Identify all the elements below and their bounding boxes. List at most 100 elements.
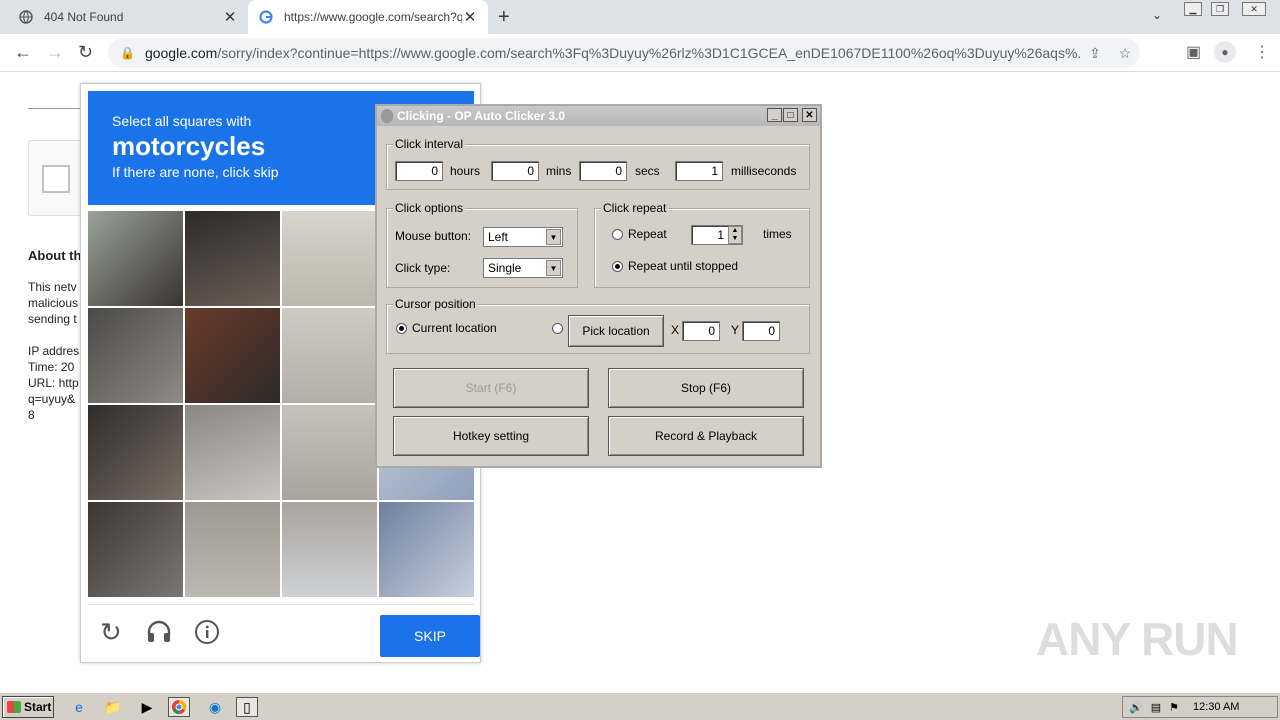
reload-challenge-icon[interactable]: ↻ [100, 617, 122, 648]
globe-icon [18, 9, 34, 25]
mouse-button-label: Mouse button: [395, 229, 472, 243]
google-g-icon [258, 9, 274, 25]
challenge-footer: ↻ SKIP [88, 604, 480, 660]
click-type-label: Click type: [395, 261, 451, 275]
grid-tile[interactable] [88, 405, 183, 500]
new-tab-button[interactable]: + [498, 6, 510, 29]
flag-icon[interactable]: ⚑ [1169, 701, 1179, 714]
stop-button[interactable]: Stop (F6) [608, 368, 804, 408]
y-label: Y [731, 323, 740, 337]
x-label: X [671, 323, 680, 337]
grid-tile[interactable] [282, 502, 377, 597]
grid-tile[interactable] [88, 308, 183, 403]
group-title: Cursor position [393, 297, 478, 311]
y-input[interactable]: 0 [742, 321, 780, 341]
page-heading: About th [28, 248, 82, 263]
taskbar: Start e 📁 ▶ ◉ ▯ 🔊 ▤ ⚑ 12:30 AM [0, 692, 1280, 720]
skip-button[interactable]: SKIP [380, 615, 480, 657]
title-bar[interactable]: Clicking - OP Auto Clicker 3.0 _ □ ✕ [377, 106, 820, 126]
auto-clicker-window: Clicking - OP Auto Clicker 3.0 _ □ ✕ Cli… [375, 104, 822, 468]
pick-location-radio[interactable] [552, 323, 563, 334]
maximize-icon[interactable]: □ [783, 108, 798, 122]
close-window-icon[interactable]: ✕ [1242, 2, 1266, 16]
grid-tile[interactable] [282, 308, 377, 403]
secs-input[interactable]: 0 [579, 161, 627, 181]
menu-dots-icon[interactable]: ⋮ [1254, 42, 1270, 62]
page-text: sending t [28, 312, 77, 326]
captcha-checkbox[interactable] [42, 165, 70, 193]
repeat-radio[interactable] [612, 229, 623, 240]
spinner-icon[interactable]: ▲ ▼ [728, 226, 742, 244]
grid-tile[interactable] [185, 405, 280, 500]
mouse-button-select[interactable]: Left ▼ [483, 227, 563, 247]
mouse-icon [381, 109, 393, 123]
reload-icon[interactable]: ↻ [78, 42, 93, 63]
tab-404[interactable]: 404 Not Found ✕ [8, 0, 248, 34]
url-host: google.com [144, 45, 218, 61]
profile-icon[interactable]: ● [1214, 41, 1236, 63]
click-type-value: Single [488, 261, 522, 275]
mins-input[interactable]: 0 [491, 161, 539, 181]
windows-logo-icon [7, 701, 21, 713]
close-tab-icon[interactable]: ✕ [222, 8, 238, 26]
address-bar[interactable]: 🔒 google.com /sorry/index?continue=https… [108, 38, 1140, 68]
page-text: IP addres [28, 344, 80, 358]
milliseconds-input[interactable]: 1 [675, 161, 723, 181]
group-title: Click repeat [601, 201, 669, 215]
start-label: Start [24, 700, 52, 714]
close-tab-icon[interactable]: ✕ [462, 8, 478, 26]
start-button[interactable]: Start (F6) [393, 368, 589, 408]
divider [28, 108, 88, 109]
grid-tile[interactable] [88, 211, 183, 306]
share-icon[interactable]: ⇪ [1080, 45, 1110, 62]
record-playback-button[interactable]: Record & Playback [608, 416, 804, 456]
grid-tile[interactable] [88, 502, 183, 597]
pick-location-button[interactable]: Pick location [568, 315, 664, 347]
grid-tile[interactable] [379, 502, 474, 597]
minimize-icon[interactable]: _ [767, 108, 782, 122]
hours-label: hours [450, 164, 481, 178]
tab-google[interactable]: https://www.google.com/search?q= ✕ [248, 0, 488, 34]
dropdown-arrow-icon: ▼ [546, 260, 561, 276]
side-panel-icon[interactable]: ▣ [1186, 42, 1201, 62]
edge-icon[interactable]: ◉ [204, 697, 226, 717]
ie-icon[interactable]: e [68, 697, 90, 717]
times-label: times [763, 227, 792, 241]
grid-tile[interactable] [185, 308, 280, 403]
grid-tile[interactable] [185, 211, 280, 306]
x-input[interactable]: 0 [682, 321, 720, 341]
current-location-radio[interactable] [396, 323, 407, 334]
chrome-icon[interactable] [168, 697, 190, 717]
back-icon[interactable]: ← [14, 42, 32, 63]
minimize-icon[interactable]: ▁ [1184, 2, 1202, 16]
tab-search-icon[interactable]: ⌄ [1152, 8, 1162, 22]
url-path: /sorry/index?continue=https://www.google… [217, 45, 1080, 61]
group-title: Click interval [393, 137, 466, 151]
close-icon[interactable]: ✕ [802, 108, 817, 122]
info-icon[interactable] [194, 619, 220, 651]
mins-label: mins [546, 164, 572, 178]
restore-icon[interactable]: ❐ [1211, 2, 1229, 16]
media-player-icon[interactable]: ▶ [136, 697, 158, 717]
network-icon[interactable]: ▤ [1151, 701, 1161, 714]
grid-tile[interactable] [282, 211, 377, 306]
clock: 12:30 AM [1192, 701, 1240, 713]
anyrun-watermark: ANY RUN [1036, 613, 1239, 665]
cursor-position-group: Cursor position Current location Pick lo… [386, 297, 810, 354]
grid-tile[interactable] [185, 502, 280, 597]
volume-icon[interactable]: 🔊 [1129, 701, 1143, 714]
folder-icon[interactable]: 📁 [102, 697, 124, 717]
star-icon[interactable]: ☆ [1110, 45, 1140, 62]
grid-tile[interactable] [282, 405, 377, 500]
tab-title: https://www.google.com/search?q= [284, 10, 462, 24]
click-type-select[interactable]: Single ▼ [483, 258, 563, 278]
auto-clicker-task-icon[interactable]: ▯ [236, 697, 258, 717]
headphones-icon[interactable] [146, 619, 172, 649]
hours-input[interactable]: 0 [395, 161, 443, 181]
forward-icon[interactable]: → [46, 42, 64, 63]
hotkey-setting-button[interactable]: Hotkey setting [393, 416, 589, 456]
start-button[interactable]: Start [2, 696, 54, 718]
repeat-until-stopped-radio[interactable] [612, 261, 623, 272]
system-tray: 🔊 ▤ ⚑ 12:30 AM [1122, 696, 1278, 718]
current-location-label: Current location [412, 321, 497, 335]
